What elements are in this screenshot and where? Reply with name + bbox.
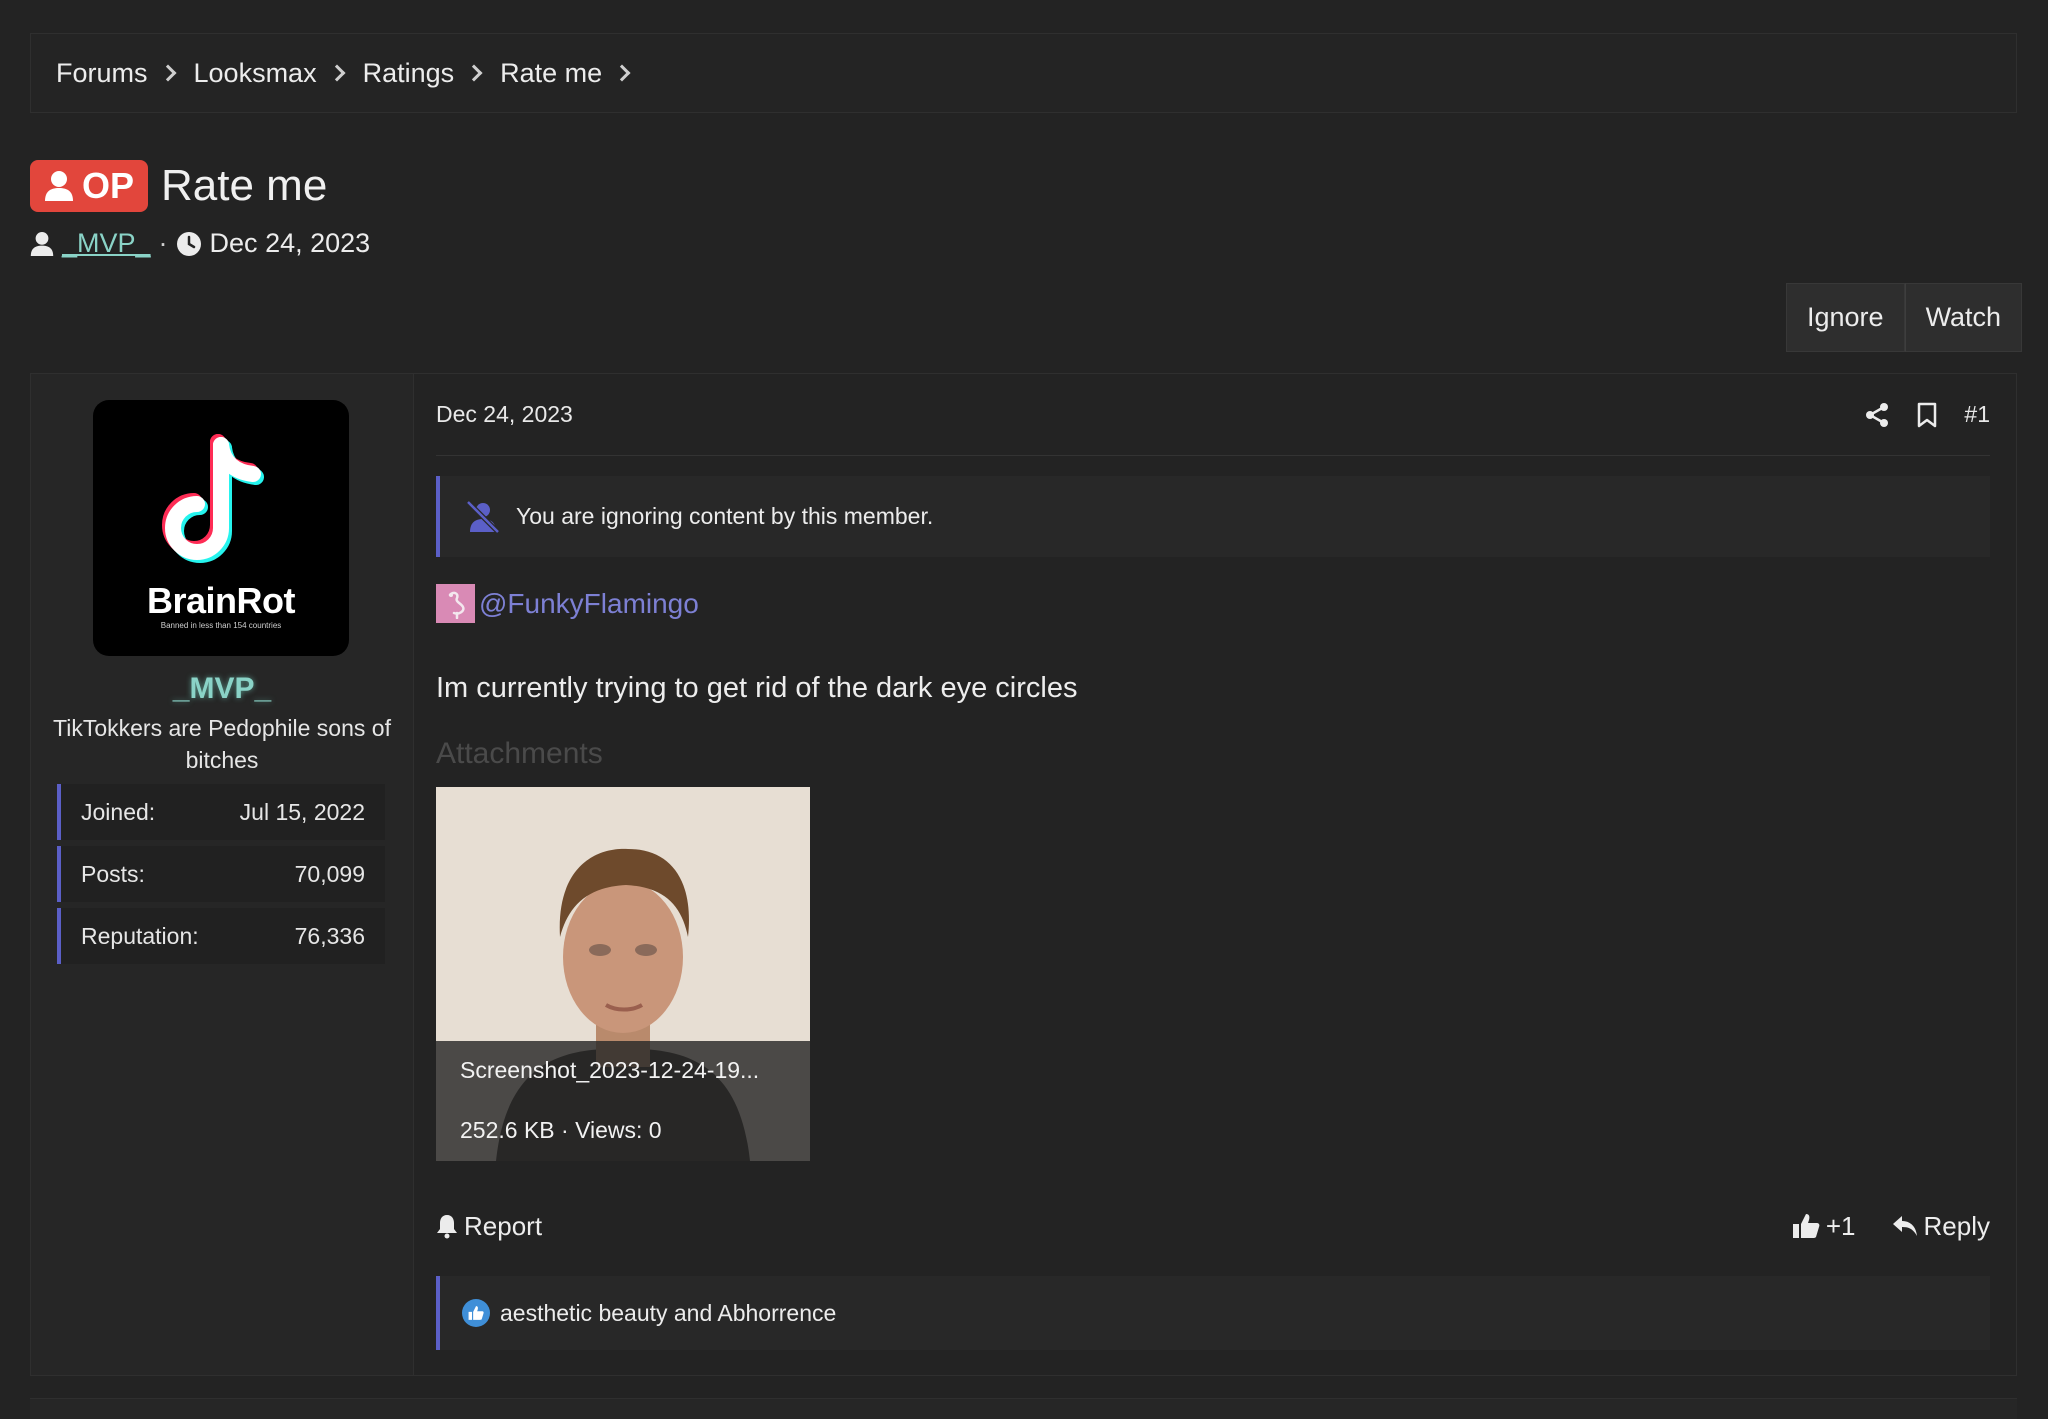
watch-button[interactable]: Watch <box>1904 283 2023 352</box>
share-icon[interactable] <box>1864 402 1890 428</box>
ignore-button[interactable]: Ignore <box>1786 283 1905 352</box>
breadcrumb-label[interactable]: Rate me <box>500 58 602 89</box>
report-button[interactable]: Report <box>436 1211 542 1242</box>
breadcrumb-label[interactable]: Ratings <box>363 58 455 89</box>
ignore-notice: You are ignoring content by this member. <box>436 476 1990 557</box>
attachment-thumbnail[interactable]: Screenshot_2023-12-24-19... 252.6 KB · V… <box>436 787 810 1161</box>
stat-value: 76,336 <box>294 922 365 949</box>
breadcrumb-item-ratings[interactable]: Ratings <box>363 58 501 89</box>
stat-joined: Joined: Jul 15, 2022 <box>57 784 385 840</box>
flamingo-avatar-icon <box>436 584 475 623</box>
user-title: TikTokkers are Pedophile sons of bitches <box>53 715 391 773</box>
page-title: Rate me <box>161 161 328 210</box>
post-number-link[interactable]: #1 <box>1964 401 1990 428</box>
avatar-brand-text: BrainRot <box>147 580 296 621</box>
muted-user-icon <box>466 499 500 534</box>
op-badge: OP <box>30 160 149 212</box>
post-container: BrainRot Banned in less than 154 countri… <box>30 373 2017 1376</box>
ignore-notice-text: You are ignoring content by this member. <box>516 503 934 529</box>
breadcrumb: Forums Looksmax Ratings Rate me <box>30 33 2017 113</box>
attachments-heading: Attachments <box>436 737 603 770</box>
op-badge-label: OP <box>82 165 135 206</box>
like-count[interactable]: +1 <box>1826 1211 1856 1242</box>
stat-label: Reputation: <box>81 922 199 949</box>
post-header: Dec 24, 2023 #1 <box>436 374 1990 456</box>
thumbs-up-icon <box>1792 1214 1820 1238</box>
stat-value[interactable]: 70,099 <box>295 861 365 888</box>
bell-icon <box>437 1215 457 1239</box>
user-icon <box>45 171 73 201</box>
chevron-right-icon <box>465 64 483 82</box>
post-footer: Report +1 Reply <box>436 1206 1990 1246</box>
stat-label: Joined: <box>81 798 156 825</box>
next-post-edge <box>30 1398 2017 1419</box>
breadcrumb-label[interactable]: Forums <box>56 58 148 89</box>
chevron-right-icon <box>328 64 346 82</box>
avatar-subtext: Banned in less than 154 countries <box>160 621 282 630</box>
thread-actions: Ignore Watch <box>1786 283 2023 352</box>
likes-text[interactable]: aesthetic beauty and Abhorrence <box>500 1300 836 1327</box>
post-date-link[interactable]: Dec 24, 2023 <box>436 401 573 428</box>
likes-bar: aesthetic beauty and Abhorrence <box>436 1276 1990 1350</box>
thread-date-link[interactable]: Dec 24, 2023 <box>210 228 371 259</box>
clock-icon <box>176 231 201 256</box>
report-label[interactable]: Report <box>464 1211 542 1242</box>
reply-label[interactable]: Reply <box>1924 1211 1990 1242</box>
thread-title-row: OP Rate me <box>30 160 327 212</box>
reply-button[interactable]: Reply <box>1892 1211 1990 1242</box>
meta-separator: · <box>158 228 168 258</box>
attachment-caption: Screenshot_2023-12-24-19... 252.6 KB · V… <box>436 1041 810 1161</box>
breadcrumb-item-forums[interactable]: Forums <box>56 58 194 89</box>
attachment-filename[interactable]: Screenshot_2023-12-24-19... <box>460 1057 759 1084</box>
avatar[interactable]: BrainRot Banned in less than 154 countri… <box>93 400 349 656</box>
post-username[interactable]: _MVP_ <box>31 672 413 706</box>
like-button[interactable]: +1 <box>1792 1211 1856 1242</box>
user-icon <box>30 231 54 256</box>
post-main-column: Dec 24, 2023 #1 You are ignoring content… <box>413 374 2016 1375</box>
stat-reputation: Reputation: 76,336 <box>57 908 385 964</box>
stat-label: Posts: <box>81 860 145 887</box>
post-user-column: BrainRot Banned in less than 154 countri… <box>31 374 414 1375</box>
like-reaction-icon <box>462 1299 490 1327</box>
attachment-meta: 252.6 KB · Views: 0 <box>460 1117 662 1143</box>
reply-icon <box>1892 1216 1917 1236</box>
chevron-right-icon <box>159 64 177 82</box>
mention-link[interactable]: @FunkyFlamingo <box>479 588 699 620</box>
post-body: Im currently trying to get rid of the da… <box>436 672 1078 704</box>
bookmark-icon[interactable] <box>1916 402 1938 428</box>
thread-meta: _MVP_ · Dec 24, 2023 <box>30 228 370 259</box>
thread-author-link[interactable]: _MVP_ <box>62 228 151 259</box>
breadcrumb-label[interactable]: Looksmax <box>194 58 317 89</box>
chevron-right-icon <box>613 64 631 82</box>
tiktok-logo-icon <box>162 434 264 563</box>
stat-posts: Posts: 70,099 <box>57 846 385 902</box>
breadcrumb-item-looksmax[interactable]: Looksmax <box>194 58 363 89</box>
breadcrumb-item-rate-me[interactable]: Rate me <box>500 58 648 89</box>
mention[interactable]: @FunkyFlamingo <box>436 584 699 623</box>
stat-value: Jul 15, 2022 <box>239 798 365 825</box>
